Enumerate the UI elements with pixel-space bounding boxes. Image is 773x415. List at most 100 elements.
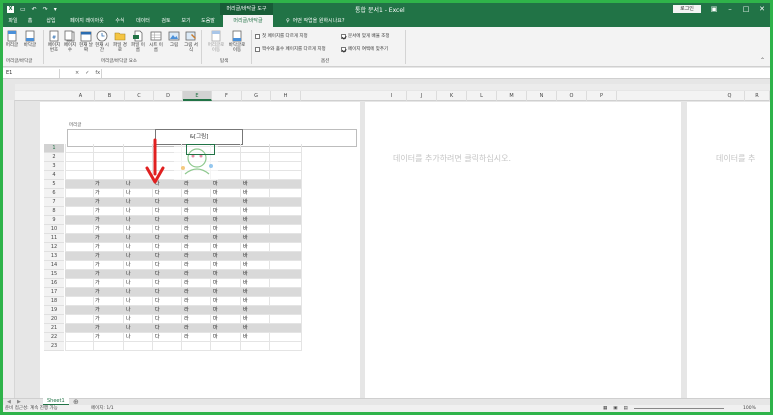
table-cell[interactable]: 바 xyxy=(243,324,248,333)
customize-qat-icon[interactable]: ▾ xyxy=(54,6,57,13)
tab-header-footer[interactable]: 머리글/바닥글 xyxy=(223,15,273,27)
row-header[interactable]: 8 xyxy=(44,207,64,216)
sheet-name-button[interactable]: 시트 이름 xyxy=(149,30,163,53)
column-header-k[interactable]: K xyxy=(437,91,467,101)
table-cell[interactable]: 다 xyxy=(155,333,160,342)
zoom-level[interactable]: 100% xyxy=(743,405,756,412)
table-cell[interactable]: 나 xyxy=(126,207,131,216)
table-cell[interactable]: 가 xyxy=(95,198,100,207)
table-cell[interactable]: 마 xyxy=(213,216,218,225)
insert-function-icon[interactable]: fx xyxy=(95,69,100,78)
table-cell[interactable]: 마 xyxy=(213,243,218,252)
tab-view[interactable]: 보기 xyxy=(177,15,195,27)
table-cell[interactable]: 가 xyxy=(95,225,100,234)
table-cell[interactable]: 바 xyxy=(243,216,248,225)
row-header[interactable]: 3 xyxy=(44,162,64,171)
column-header-p[interactable]: P xyxy=(587,91,617,101)
table-cell[interactable]: 나 xyxy=(126,180,131,189)
table-cell[interactable]: 가 xyxy=(95,234,100,243)
row-header[interactable]: 2 xyxy=(44,153,64,162)
option-different-odd-even[interactable]: 짝수와 홀수 페이지를 다르게 지정 xyxy=(255,46,326,52)
page-number-button[interactable]: # 페이지 번호 xyxy=(47,30,61,53)
table-cell[interactable]: 가 xyxy=(95,324,100,333)
table-cell[interactable]: 라 xyxy=(184,198,189,207)
save-icon[interactable]: ▭ xyxy=(20,6,26,13)
table-cell[interactable]: 다 xyxy=(155,234,160,243)
table-cell[interactable]: 가 xyxy=(95,261,100,270)
row-header[interactable]: 7 xyxy=(44,198,64,207)
add-data-placeholder-page-2[interactable]: 데이터를 추가하려면 클릭하십시오. xyxy=(393,153,511,164)
table-cell[interactable]: 마 xyxy=(213,324,218,333)
zoom-slider[interactable] xyxy=(633,405,724,409)
undo-icon[interactable]: ↶ xyxy=(32,6,37,13)
table-cell[interactable]: 라 xyxy=(184,324,189,333)
table-cell[interactable]: 나 xyxy=(126,189,131,198)
table-cell[interactable]: 바 xyxy=(243,234,248,243)
column-header-c[interactable]: C xyxy=(125,91,154,101)
table-cell[interactable]: 나 xyxy=(126,198,131,207)
tab-formulas[interactable]: 수식 xyxy=(111,15,129,27)
table-cell[interactable]: 다 xyxy=(155,324,160,333)
table-cell[interactable]: 라 xyxy=(184,270,189,279)
column-header-l[interactable]: L xyxy=(467,91,497,101)
checkbox-scale-with-document[interactable] xyxy=(341,33,346,39)
column-header-m[interactable]: M xyxy=(497,91,527,101)
table-cell[interactable]: 가 xyxy=(95,306,100,315)
checkbox-different-odd-even[interactable] xyxy=(255,46,260,52)
column-header-e[interactable]: E xyxy=(183,91,212,101)
option-align-with-margins[interactable]: 페이지 여백에 맞추기 xyxy=(341,46,388,52)
row-header[interactable]: 9 xyxy=(44,216,64,225)
name-box[interactable]: E1 xyxy=(4,69,60,78)
table-cell[interactable]: 바 xyxy=(243,288,248,297)
table-cell[interactable]: 마 xyxy=(213,306,218,315)
tab-review[interactable]: 검토 xyxy=(157,15,175,27)
table-cell[interactable]: 마 xyxy=(213,261,218,270)
column-header-h[interactable]: H xyxy=(271,91,301,101)
table-cell[interactable]: 다 xyxy=(155,189,160,198)
table-cell[interactable]: 바 xyxy=(243,297,248,306)
row-header[interactable]: 22 xyxy=(44,333,64,342)
row-header[interactable]: 12 xyxy=(44,243,64,252)
checkbox-align-with-margins[interactable] xyxy=(341,46,346,52)
page-layout-view-icon[interactable]: ▣ xyxy=(613,405,617,412)
table-cell[interactable]: 다 xyxy=(155,270,160,279)
table-cell[interactable]: 다 xyxy=(155,297,160,306)
picture-button[interactable]: 그림 xyxy=(167,30,181,48)
table-cell[interactable]: 다 xyxy=(155,261,160,270)
page-break-view-icon[interactable]: ▤ xyxy=(624,405,628,412)
column-header-o[interactable]: O xyxy=(557,91,587,101)
checkbox-different-first-page[interactable] xyxy=(255,33,260,39)
row-header[interactable]: 18 xyxy=(44,297,64,306)
table-cell[interactable]: 나 xyxy=(126,261,131,270)
row-header[interactable]: 21 xyxy=(44,324,64,333)
row-header[interactable]: 10 xyxy=(44,225,64,234)
table-cell[interactable]: 라 xyxy=(184,252,189,261)
table-cell[interactable]: 바 xyxy=(243,207,248,216)
table-cell[interactable]: 다 xyxy=(155,207,160,216)
row-header[interactable]: 16 xyxy=(44,279,64,288)
table-cell[interactable]: 라 xyxy=(184,189,189,198)
table-cell[interactable]: 바 xyxy=(243,279,248,288)
minimize-icon[interactable]: – xyxy=(722,3,738,15)
row-header[interactable]: 23 xyxy=(44,342,64,351)
column-header-f[interactable]: F xyxy=(212,91,242,101)
table-cell[interactable]: 가 xyxy=(95,270,100,279)
row-header[interactable]: 13 xyxy=(44,252,64,261)
table-cell[interactable]: 바 xyxy=(243,261,248,270)
table-cell[interactable]: 나 xyxy=(126,216,131,225)
table-cell[interactable]: 마 xyxy=(213,225,218,234)
table-cell[interactable]: 마 xyxy=(213,207,218,216)
column-header-n[interactable]: N xyxy=(527,91,557,101)
row-header[interactable]: 20 xyxy=(44,315,64,324)
table-cell[interactable]: 마 xyxy=(213,279,218,288)
enter-formula-icon[interactable]: ✓ xyxy=(85,69,89,78)
column-header-r[interactable]: R xyxy=(745,91,770,101)
table-cell[interactable]: 마 xyxy=(213,333,218,342)
go-to-header-button[interactable]: 머리글로 이동 xyxy=(206,30,226,53)
normal-view-icon[interactable]: ▦ xyxy=(603,405,607,412)
table-cell[interactable]: 바 xyxy=(243,198,248,207)
table-cell[interactable]: 바 xyxy=(243,243,248,252)
table-cell[interactable]: 가 xyxy=(95,243,100,252)
table-cell[interactable]: 나 xyxy=(126,225,131,234)
table-cell[interactable]: 가 xyxy=(95,288,100,297)
